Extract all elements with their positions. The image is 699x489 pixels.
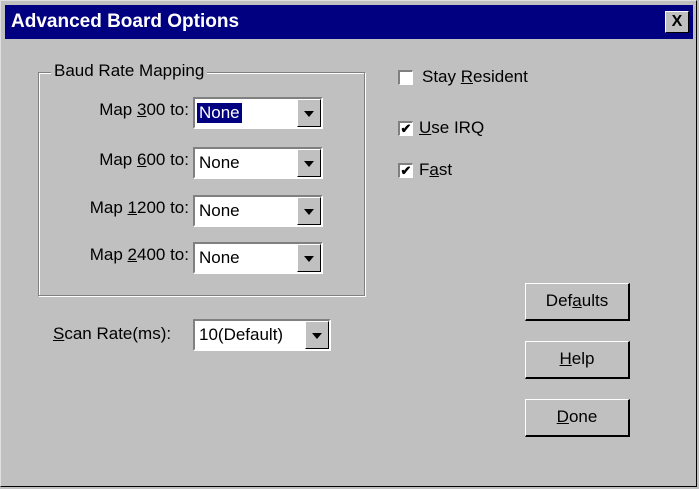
map-1200-label: Map 1200 to: (89, 198, 189, 217)
map-600-label: Map 600 to: (99, 150, 189, 169)
chevron-down-icon[interactable] (297, 149, 321, 177)
map-300-label: Map 300 to: (99, 100, 189, 119)
use-irq-label[interactable]: Use IRQ (419, 118, 484, 138)
defaults-button[interactable]: Defaults (525, 283, 630, 321)
dialog-window: Advanced Board Options X Baud Rate Mappi… (0, 0, 697, 487)
stay-resident-label[interactable]: Stay Resident (422, 67, 528, 87)
scan-rate-value: 10(Default) (199, 325, 284, 344)
map-2400-label: Map 2400 to: (89, 245, 189, 264)
use-irq-checkbox[interactable]: ✔ (398, 121, 413, 136)
scan-rate-select[interactable]: 10(Default) (193, 319, 331, 351)
chevron-down-icon[interactable] (297, 197, 321, 225)
chevron-down-icon[interactable] (297, 244, 321, 272)
close-icon: X (671, 13, 683, 30)
close-button[interactable]: X (665, 11, 689, 33)
scan-rate-label: Scan Rate(ms): (53, 324, 172, 343)
checkmark-icon: ✔ (400, 163, 412, 178)
window-title: Advanced Board Options (11, 11, 240, 32)
map-600-value: None (199, 153, 240, 172)
chevron-down-icon[interactable] (297, 99, 321, 127)
checkmark-icon: ✔ (400, 121, 412, 136)
map-1200-value: None (199, 201, 240, 220)
help-button[interactable]: Help (525, 341, 630, 379)
done-button[interactable]: Done (525, 399, 630, 437)
stay-resident-checkbox[interactable] (398, 70, 413, 85)
fast-checkbox[interactable]: ✔ (398, 163, 413, 178)
map-300-value: None (197, 103, 242, 123)
chevron-down-icon[interactable] (305, 321, 329, 349)
map-2400-value: None (199, 248, 240, 267)
baud-rate-mapping-label: Baud Rate Mapping (51, 61, 208, 81)
title-bar[interactable]: Advanced Board Options X (5, 5, 693, 39)
map-600-select[interactable]: None (193, 147, 323, 179)
fast-label[interactable]: Fast (419, 160, 452, 180)
map-2400-select[interactable]: None (193, 242, 323, 274)
map-300-select[interactable]: None (193, 97, 323, 129)
map-1200-select[interactable]: None (193, 195, 323, 227)
